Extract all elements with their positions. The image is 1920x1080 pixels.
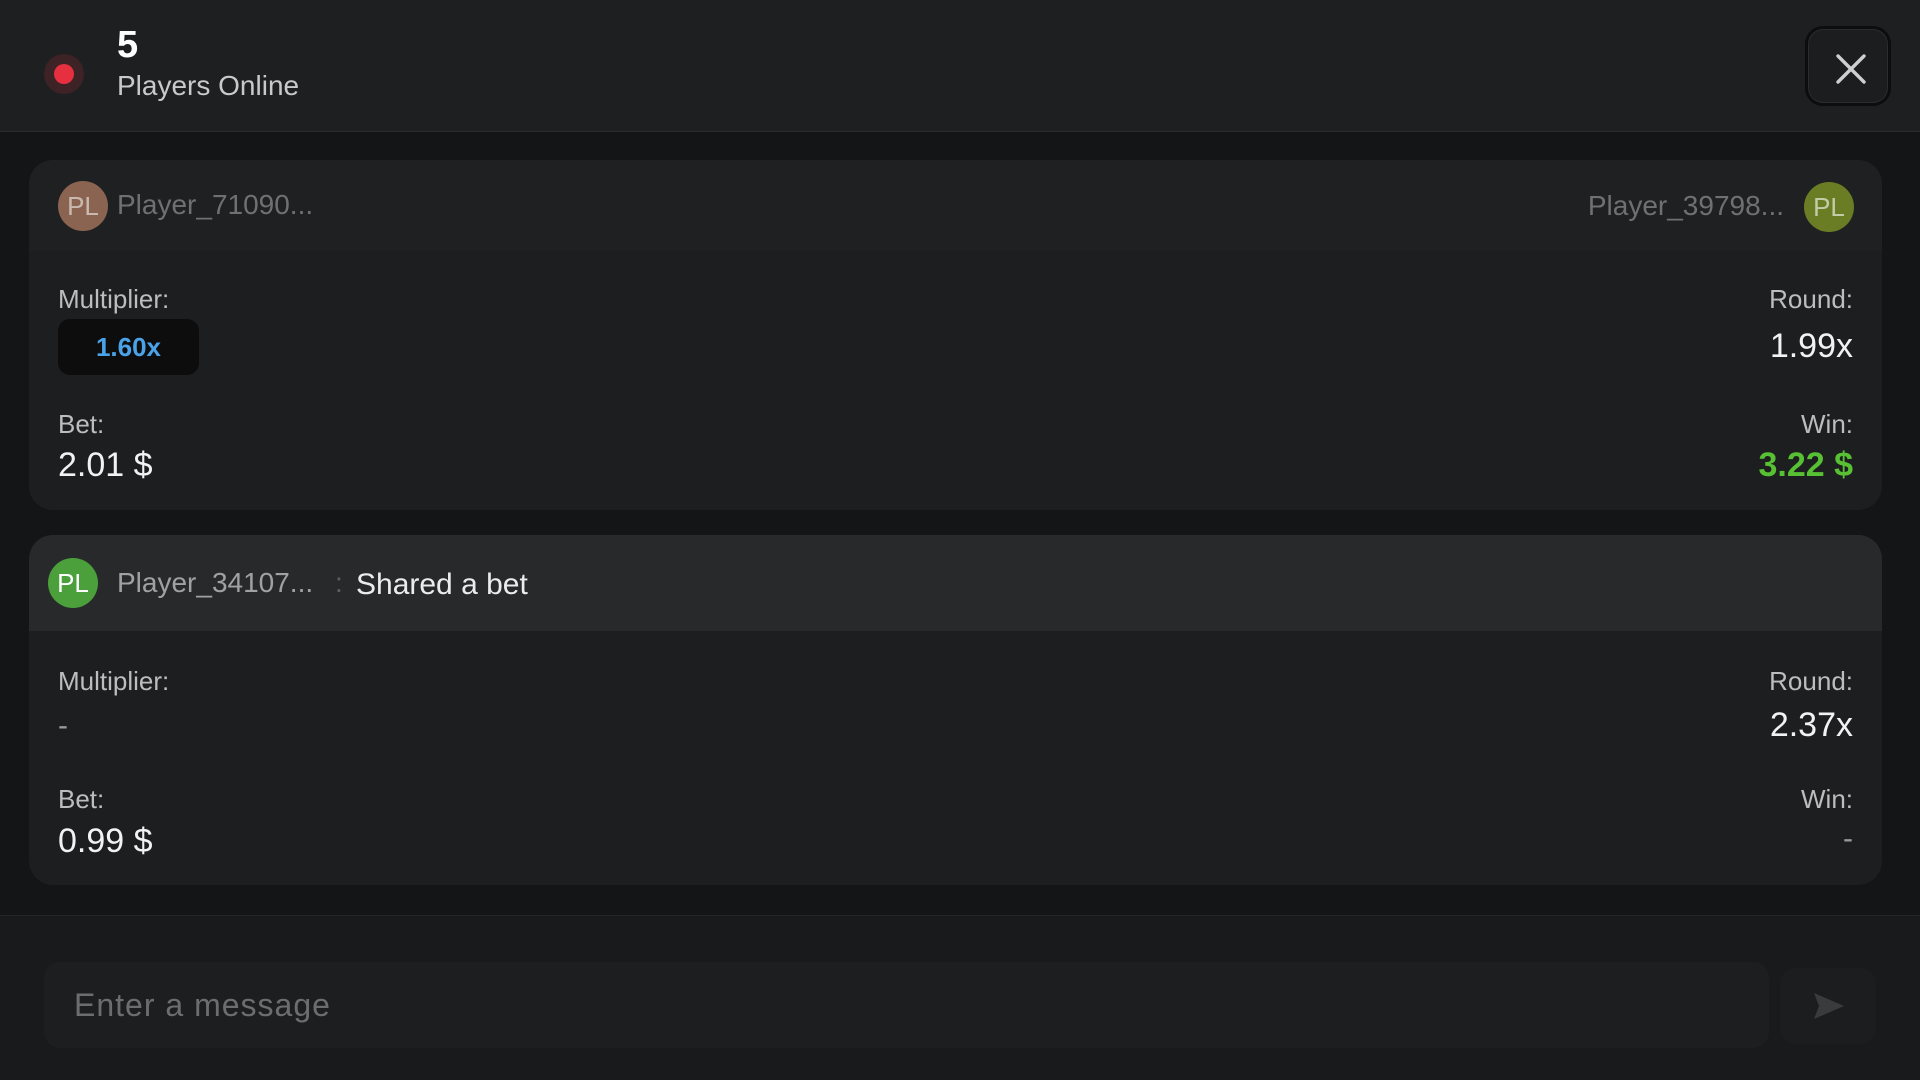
close-button[interactable]	[1805, 26, 1891, 106]
bet-card-header: PL Player_71090... Player_39798... PL	[29, 160, 1882, 251]
message-input[interactable]	[44, 962, 1769, 1048]
message-feed[interactable]: PL Player_71090... Player_39798... PL Mu…	[0, 133, 1920, 915]
chat-panel: 5 Players Online PL Player_71090... Play…	[0, 0, 1920, 1080]
shared-bet-card: PL Player_34107... : Shared a bet Multip…	[29, 535, 1882, 885]
shared-bet-header: PL Player_34107... : Shared a bet	[29, 535, 1882, 631]
bet-card: PL Player_71090... Player_39798... PL Mu…	[29, 160, 1882, 510]
avatar[interactable]: PL	[48, 558, 98, 608]
shared-bet-text: Shared a bet	[356, 568, 528, 601]
send-button[interactable]	[1780, 968, 1876, 1044]
message-composer	[0, 915, 1920, 1080]
chat-header: 5 Players Online	[0, 0, 1920, 132]
online-label: Players Online	[117, 70, 300, 101]
win-label: Win:	[1801, 409, 1853, 439]
name-separator: :	[335, 567, 343, 598]
multiplier-value: -	[58, 709, 68, 742]
avatar[interactable]: PL	[1804, 182, 1854, 232]
online-count: 5	[117, 24, 139, 66]
bet-label: Bet:	[58, 784, 105, 814]
win-value: 3.22 $	[1758, 446, 1853, 484]
win-value: -	[1843, 822, 1853, 855]
player-name[interactable]: Player_39798...	[1588, 190, 1784, 222]
multiplier-badge: 1.60x	[58, 319, 199, 375]
bet-label: Bet:	[58, 409, 105, 439]
round-label: Round:	[1769, 284, 1853, 314]
online-dot-icon	[44, 54, 84, 94]
bet-value: 0.99 $	[58, 822, 153, 860]
close-icon	[1836, 54, 1866, 84]
multiplier-label: Multiplier:	[58, 666, 170, 696]
round-value: 1.99x	[1769, 327, 1853, 365]
bet-value: 2.01 $	[58, 446, 153, 484]
send-icon	[1814, 993, 1844, 1019]
multiplier-label: Multiplier:	[58, 284, 170, 314]
player-name[interactable]: Player_34107...	[117, 567, 313, 599]
player-name[interactable]: Player_71090...	[117, 189, 313, 221]
win-label: Win:	[1801, 784, 1853, 814]
avatar[interactable]: PL	[58, 181, 108, 231]
round-value: 2.37x	[1769, 706, 1853, 744]
round-label: Round:	[1769, 666, 1853, 696]
